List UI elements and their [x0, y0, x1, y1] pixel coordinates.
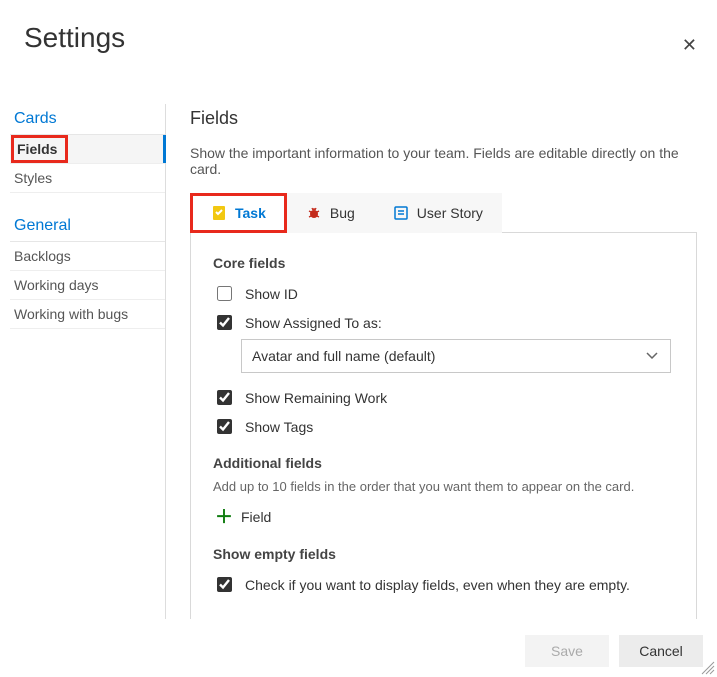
- work-item-tabs: Task Bug User Story: [190, 193, 697, 233]
- sidebar-item-fields-highlight: Fields: [11, 135, 68, 163]
- close-icon[interactable]: ✕: [678, 32, 701, 58]
- task-icon: [211, 205, 227, 221]
- show-remaining-checkbox[interactable]: [217, 390, 232, 405]
- show-id-label: Show ID: [245, 286, 298, 302]
- show-tags-row[interactable]: Show Tags: [213, 412, 674, 441]
- core-fields-title: Core fields: [213, 255, 674, 271]
- sidebar-item-backlogs[interactable]: Backlogs: [10, 242, 165, 271]
- sidebar-item-working-days[interactable]: Working days: [10, 271, 165, 300]
- sidebar-item-label: Working days: [14, 277, 99, 293]
- main-description: Show the important information to your t…: [190, 145, 697, 177]
- show-assigned-label: Show Assigned To as:: [245, 315, 382, 331]
- bug-icon: [306, 205, 322, 221]
- tab-task[interactable]: Task: [190, 193, 287, 233]
- show-id-checkbox[interactable]: [217, 286, 232, 301]
- main-panel: Fields Show the important information to…: [166, 104, 717, 619]
- sidebar-item-working-bugs[interactable]: Working with bugs: [10, 300, 165, 329]
- assigned-display-select[interactable]: Avatar and full name (default): [241, 339, 671, 373]
- additional-fields-hint: Add up to 10 fields in the order that yo…: [213, 479, 674, 494]
- tab-label: Bug: [330, 205, 355, 221]
- tab-bug[interactable]: Bug: [287, 193, 374, 233]
- empty-fields-title: Show empty fields: [213, 546, 674, 562]
- sidebar-item-label: Fields: [17, 141, 57, 157]
- save-button: Save: [525, 635, 609, 667]
- cancel-button[interactable]: Cancel: [619, 635, 703, 667]
- empty-fields-checkbox[interactable]: [217, 577, 232, 592]
- add-field-button[interactable]: ＋ Field: [213, 504, 674, 528]
- resize-grip-icon: [701, 661, 715, 675]
- show-remaining-row[interactable]: Show Remaining Work: [213, 383, 674, 412]
- tab-user-story[interactable]: User Story: [374, 193, 502, 233]
- sidebar-item-fields[interactable]: Fields: [10, 135, 165, 164]
- sidebar-item-label: Styles: [14, 170, 52, 186]
- show-tags-label: Show Tags: [245, 419, 313, 435]
- tab-label: Task: [235, 205, 266, 221]
- sidebar-item-styles[interactable]: Styles: [10, 164, 165, 193]
- empty-fields-row[interactable]: Check if you want to display fields, eve…: [213, 570, 674, 599]
- show-assigned-row[interactable]: Show Assigned To as:: [213, 308, 674, 337]
- show-id-row[interactable]: Show ID: [213, 279, 674, 308]
- sidebar-head-cards: Cards: [10, 104, 165, 135]
- empty-fields-label: Check if you want to display fields, eve…: [245, 577, 630, 593]
- sidebar-head-general: General: [10, 211, 165, 242]
- show-tags-checkbox[interactable]: [217, 419, 232, 434]
- plus-icon: ＋: [215, 508, 233, 526]
- show-remaining-label: Show Remaining Work: [245, 390, 387, 406]
- sidebar: Cards Fields Styles General Backlogs Wor…: [0, 104, 166, 619]
- dialog-footer: Save Cancel: [525, 635, 703, 667]
- page-title: Settings: [24, 22, 717, 54]
- add-field-label: Field: [241, 509, 271, 525]
- additional-fields-title: Additional fields: [213, 455, 674, 471]
- fields-panel: Core fields Show ID Show Assigned To as:…: [190, 232, 697, 619]
- show-assigned-checkbox[interactable]: [217, 315, 232, 330]
- user-story-icon: [393, 205, 409, 221]
- main-heading: Fields: [190, 108, 697, 129]
- tab-label: User Story: [417, 205, 483, 221]
- sidebar-item-label: Backlogs: [14, 248, 71, 264]
- sidebar-item-label: Working with bugs: [14, 306, 128, 322]
